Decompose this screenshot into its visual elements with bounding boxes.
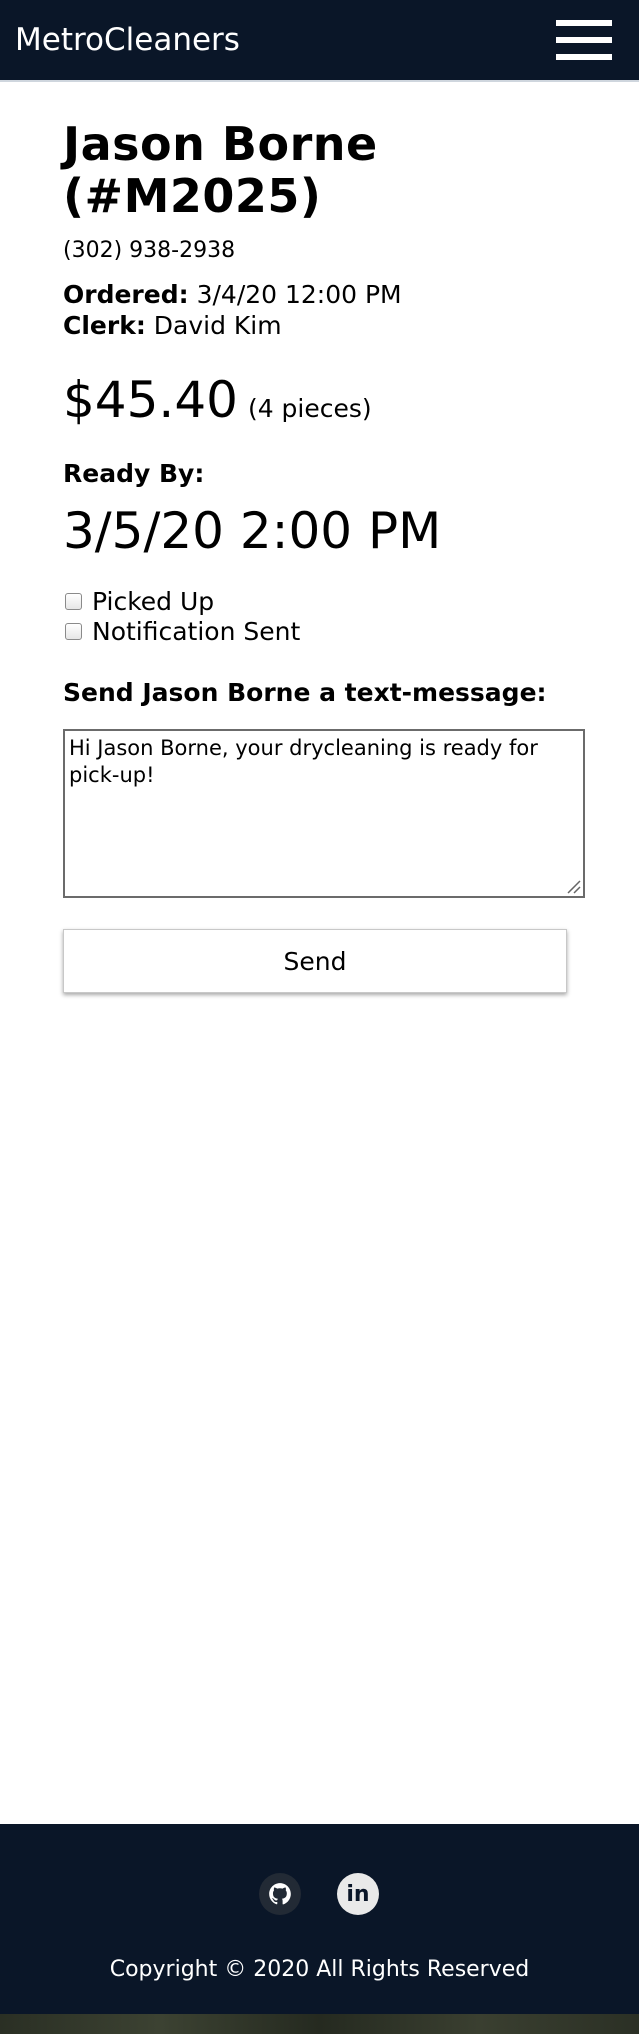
text-message-label: Send Jason Borne a text-message: (63, 678, 547, 707)
clerk-row: Clerk: David Kim (63, 310, 583, 341)
clerk-label: Clerk: (63, 311, 146, 340)
ordered-row: Ordered: 3/4/20 12:00 PM (63, 279, 583, 310)
picked-up-row: Picked Up (63, 586, 583, 616)
send-button[interactable]: Send (63, 929, 567, 993)
hamburger-menu-icon[interactable] (556, 20, 614, 60)
navbar: MetroCleaners (0, 0, 639, 82)
brand-title[interactable]: MetroCleaners (15, 22, 240, 58)
order-price: $45.40 (63, 371, 238, 429)
picked-up-label[interactable]: Picked Up (92, 587, 214, 616)
notification-sent-checkbox[interactable] (65, 622, 82, 640)
piece-count: (4 pieces) (247, 394, 372, 423)
ordered-label: Ordered: (63, 280, 189, 309)
text-message-content: Hi Jason Borne, your drycleaning is read… (69, 736, 538, 787)
ready-by-date: 3/5/20 2:00 PM (63, 502, 442, 560)
github-icon[interactable] (259, 1873, 301, 1915)
menu-bar (556, 20, 612, 26)
footer: in Copyright © 2020 All Rights Reserved (0, 1824, 639, 2014)
notification-sent-row: Notification Sent (63, 616, 583, 646)
customer-name-heading: Jason Borne (#M2025) (63, 118, 583, 222)
order-detail: Jason Borne (#M2025) (302) 938-2938 Orde… (63, 118, 585, 993)
notification-sent-label[interactable]: Notification Sent (92, 617, 300, 646)
picked-up-checkbox[interactable] (65, 592, 82, 610)
price-row: $45.40 (4 pieces) (63, 371, 583, 429)
menu-bar (556, 54, 612, 60)
clerk-value: David Kim (153, 311, 282, 340)
linkedin-icon[interactable]: in (337, 1873, 379, 1915)
linkedin-icon-glyph: in (346, 1881, 370, 1907)
text-message-input[interactable]: Hi Jason Borne, your drycleaning is read… (63, 729, 585, 898)
background-image-strip (0, 2014, 639, 2034)
customer-name: Jason Borne (63, 117, 378, 171)
github-icon-glyph (269, 1883, 291, 1905)
ready-by-label: Ready By: (63, 459, 205, 488)
ordered-value: 3/4/20 12:00 PM (196, 280, 402, 309)
order-number: (#M2025) (63, 169, 322, 223)
order-meta: Ordered: 3/4/20 12:00 PM Clerk: David Ki… (63, 279, 583, 341)
menu-bar (556, 37, 612, 43)
resize-grip-icon[interactable] (565, 878, 581, 894)
copyright-text: Copyright © 2020 All Rights Reserved (109, 1957, 530, 1982)
status-checkboxes: Picked Up Notification Sent (63, 586, 583, 646)
customer-phone: (302) 938-2938 (63, 238, 236, 263)
